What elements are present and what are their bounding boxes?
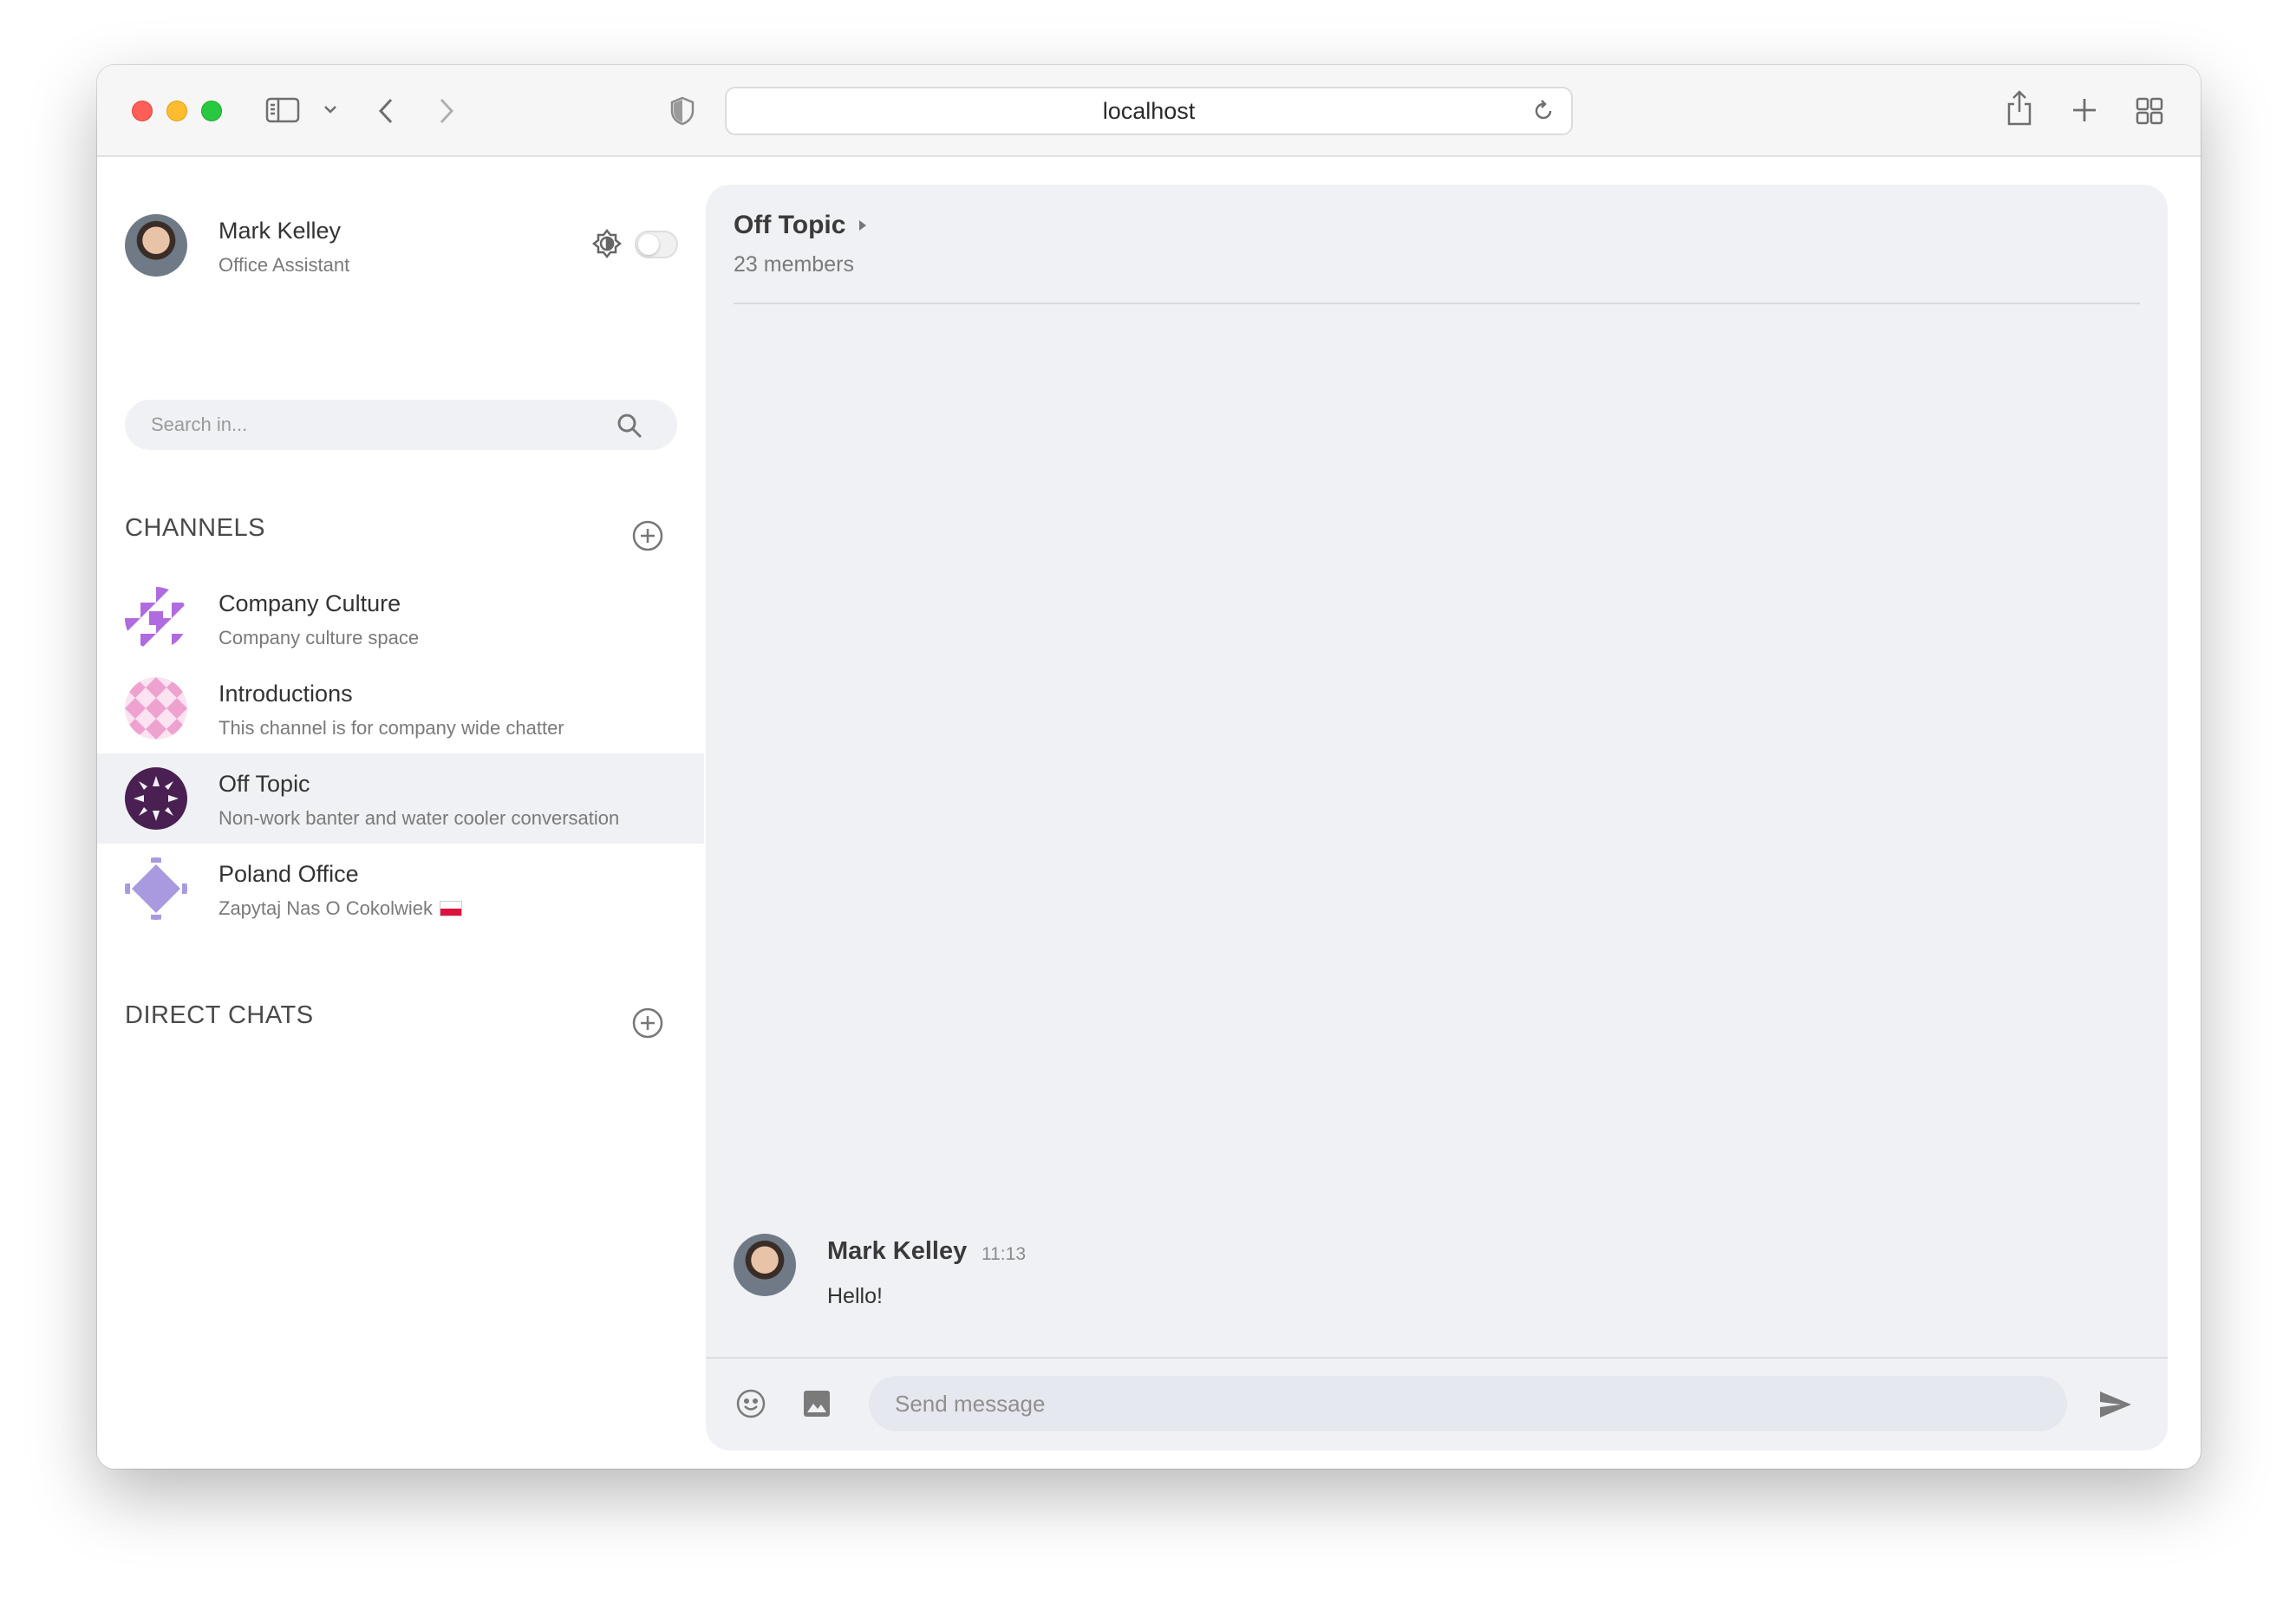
room-header[interactable]: Off Topic [734,211,868,240]
back-arrow-icon[interactable] [376,96,395,126]
forward-arrow-icon[interactable] [437,96,456,126]
minimize-window-button[interactable] [166,101,187,121]
url-text: localhost [1102,97,1196,124]
share-icon[interactable] [2005,89,2034,127]
add-direct-chat-icon[interactable] [631,1007,664,1044]
channel-avatar [125,587,187,649]
new-tab-icon[interactable] [2071,96,2098,124]
channel-description: Company culture space [219,627,420,649]
privacy-shield-icon[interactable] [669,96,695,126]
channel-avatar [125,857,187,920]
user-role: Office Assistant [219,254,350,276]
emoji-icon[interactable] [735,1388,766,1424]
channel-description: Non-work banter and water cooler convers… [219,807,620,829]
channel-name: Poland Office [219,861,359,887]
channel-description: Zapytaj Nas O Cokolwiek [219,897,433,919]
channel-item-introductions[interactable]: Introductions This channel is for compan… [97,663,704,753]
message-timestamp: 11:13 [982,1244,1026,1264]
channel-item-off-topic[interactable]: Off Topic Non-work banter and water cool… [97,753,704,844]
user-avatar[interactable] [125,214,187,277]
channel-item-company-culture[interactable]: Company Culture Company culture space [97,573,704,663]
maximize-window-button[interactable] [201,101,222,121]
channel-name: Introductions [219,681,353,707]
chat-panel: Off Topic 23 members Mark Kelley 11:13 H… [706,185,2168,1450]
composer-divider [706,1357,2168,1359]
tab-overview-icon[interactable] [2135,96,2164,126]
channel-description: This channel is for company wide chatter [219,717,564,739]
dark-mode-toggle[interactable] [635,231,678,258]
channel-item-poland-office[interactable]: Poland Office Zapytaj Nas O Cokolwiek [97,844,704,934]
poland-flag-icon [439,901,462,916]
channel-avatar [125,767,187,830]
room-title: Off Topic [734,211,846,239]
browser-toolbar: localhost [97,65,2201,157]
send-icon[interactable] [2098,1390,2133,1424]
sidebar-toggle-icon[interactable] [265,96,300,124]
sidebar: Mark Kelley Office Assistant CHANNELS [97,159,704,1469]
channel-avatar [125,677,187,740]
close-window-button[interactable] [132,101,153,121]
message-author: Mark Kelley [827,1237,968,1265]
message-input[interactable] [869,1376,2067,1431]
app-content: Mark Kelley Office Assistant CHANNELS [97,159,2201,1469]
address-bar[interactable]: localhost [725,87,1573,135]
channel-description-wrap: Zapytaj Nas O Cokolwiek [219,897,462,920]
user-name: Mark Kelley [219,218,342,244]
chevron-down-icon[interactable] [323,103,338,115]
message-text: Hello! [827,1284,883,1308]
search-input[interactable] [125,400,677,450]
image-icon[interactable] [801,1388,832,1424]
channel-name: Off Topic [219,771,310,797]
search-icon[interactable] [616,412,643,444]
reload-icon[interactable] [1531,99,1556,129]
add-channel-icon[interactable] [631,519,664,557]
channel-name: Company Culture [219,590,401,616]
caret-right-icon [858,211,868,240]
browser-window: localhost Mark Kelley Office Assistant S… [97,65,2201,1469]
brightness-icon [591,228,623,264]
room-members-count: 23 members [734,252,854,277]
message-author-avatar[interactable] [734,1234,796,1296]
header-divider [734,303,2140,304]
direct-chats-section-title: DIRECT CHATS [125,1001,314,1029]
channels-section-title: CHANNELS [125,514,265,542]
